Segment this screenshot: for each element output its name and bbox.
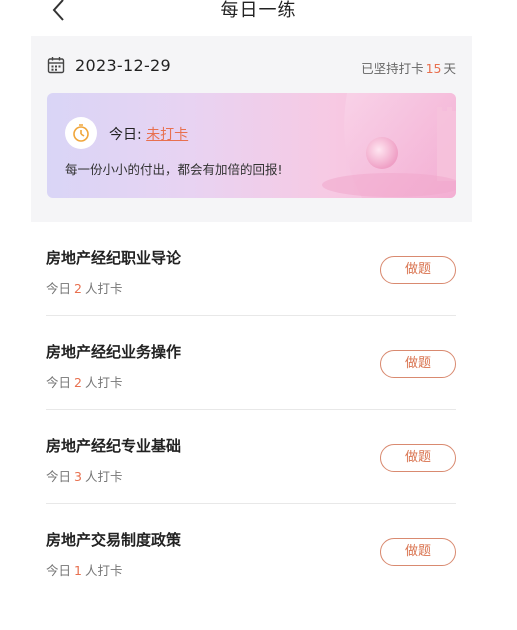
checkin-banner: 今日: 未打卡 每一份小小的付出，都会有加倍的回报!: [47, 93, 456, 198]
practice-item-title: 房地产经纪业务操作: [46, 343, 182, 361]
stopwatch-icon: [73, 124, 89, 142]
checkin-prefix: 今日: [46, 469, 72, 484]
streak-prefix: 已坚持打卡: [361, 61, 424, 76]
streak-suffix: 天: [443, 61, 456, 76]
today-status-row: 今日: 未打卡: [109, 124, 188, 144]
checkin-count: 2: [74, 375, 82, 390]
checkin-prefix: 今日: [46, 281, 72, 296]
checkin-suffix: 人打卡: [84, 281, 123, 296]
practice-item: 房地产经纪专业基础 今日 3 人打卡 做题: [46, 410, 456, 504]
practice-button[interactable]: 做题: [380, 538, 456, 566]
practice-item: 房地产经纪业务操作 今日 2 人打卡 做题: [46, 316, 456, 410]
checkin-suffix: 人打卡: [84, 469, 123, 484]
streak-text: 已坚持打卡 15 天: [361, 58, 456, 77]
practice-item-title: 房地产交易制度政策: [46, 531, 182, 549]
practice-item-title: 房地产经纪专业基础: [46, 437, 182, 455]
practice-item-subtitle: 今日 1 人打卡: [46, 560, 122, 579]
practice-button[interactable]: 做题: [380, 444, 456, 472]
checkin-prefix: 今日: [46, 375, 72, 390]
practice-item: 房地产经纪职业导论 今日 2 人打卡 做题: [46, 222, 456, 316]
streak-days: 15: [425, 61, 442, 76]
practice-item-title: 房地产经纪职业导论: [46, 249, 182, 267]
practice-list: 房地产经纪职业导论 今日 2 人打卡 做题 房地产经纪业务操作 今日 2 人打卡 做题 房地产经纪专…: [46, 222, 456, 598]
checkin-suffix: 人打卡: [84, 375, 123, 390]
checkin-status-link[interactable]: 未打卡: [146, 127, 188, 143]
checkin-prefix: 今日: [46, 563, 72, 578]
practice-item-subtitle: 今日 2 人打卡: [46, 372, 122, 391]
current-date: 2023-12-29: [75, 55, 171, 75]
practice-item-subtitle: 今日 3 人打卡: [46, 466, 122, 485]
checkin-count: 2: [74, 281, 82, 296]
practice-item: 房地产交易制度政策 今日 1 人打卡 做题: [46, 504, 456, 598]
practice-item-subtitle: 今日 2 人打卡: [46, 278, 122, 297]
checkin-panel: 2023-12-29 已坚持打卡 15 天 今日: 未打卡 每一份小小的付出，都…: [31, 36, 472, 222]
date-row: 2023-12-29: [47, 54, 171, 76]
checkin-count: 3: [74, 469, 82, 484]
banner-decoration: [322, 93, 456, 198]
page-title: 每日一练: [220, 0, 297, 21]
checkin-count: 1: [74, 563, 82, 578]
top-bar: 每日一练: [0, 0, 517, 34]
today-label: 今日:: [109, 127, 142, 143]
calendar-icon: [47, 57, 65, 74]
practice-button[interactable]: 做题: [380, 256, 456, 284]
practice-button[interactable]: 做题: [380, 350, 456, 378]
stopwatch-badge: [65, 117, 97, 149]
checkin-suffix: 人打卡: [84, 563, 123, 578]
motto-text: 每一份小小的付出，都会有加倍的回报!: [65, 162, 283, 177]
